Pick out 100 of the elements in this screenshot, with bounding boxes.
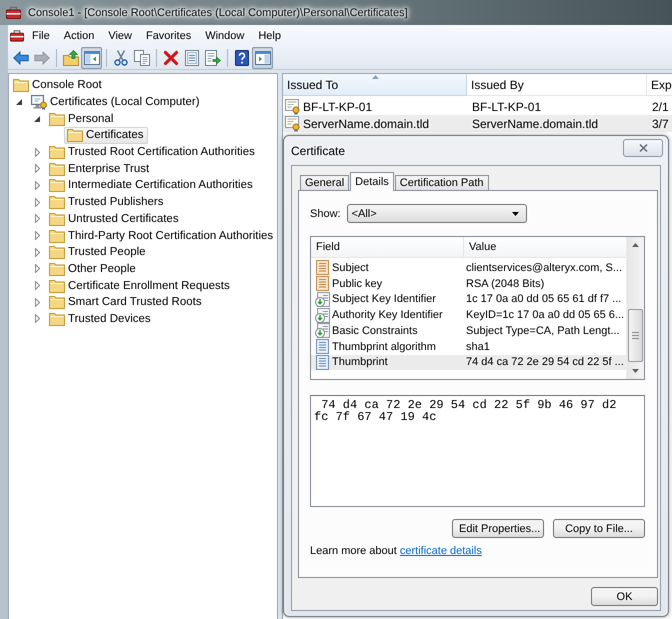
table-cell: Thumbprint: [332, 356, 388, 368]
tree-item[interactable]: Intermediate Certification Authorities: [46, 177, 257, 194]
expand-arrow-icon[interactable]: [34, 198, 40, 207]
dialog-button[interactable]: Copy to File...: [553, 519, 645, 538]
document-icon: [315, 339, 330, 354]
scroll-down-icon[interactable]: [632, 369, 639, 373]
tree-item[interactable]: Certificate Enrollment Requests: [46, 277, 234, 294]
tree-item[interactable]: Certificates (Local Computer): [28, 94, 204, 110]
value-text-box[interactable]: 74 d4 ca 72 2e 29 54 cd 22 5f 9b 46 97 d2 fc 7f 67 47 19 4c: [310, 395, 645, 507]
tree-item[interactable]: Personal: [46, 110, 118, 128]
tree-item[interactable]: Trusted Devices: [46, 310, 155, 328]
folder-icon: [49, 178, 65, 192]
table-cell: 2/1: [652, 100, 669, 114]
certificate-row[interactable]: BF-LT-KP-01 BF-LT-KP-01 2/1: [283, 98, 672, 115]
table-cell: 74 d4 ca 72 2e 29 54 cd 22 5f ...: [466, 356, 624, 368]
field-row[interactable]: Authority Key Identifier KeyID=1c 17 0a a0 dd 05 65 6...: [311, 307, 626, 323]
table-cell: ServerName.domain.tld: [472, 116, 598, 130]
tab[interactable]: General: [300, 175, 350, 190]
scrollbar-thumb[interactable]: [628, 309, 643, 362]
expand-arrow-icon[interactable]: [34, 148, 40, 157]
dialog-button[interactable]: Edit Properties...: [452, 519, 544, 538]
certificate-row[interactable]: ServerName.domain.tld ServerName.domain.tld 3/7: [283, 115, 672, 132]
folder-icon: [49, 145, 65, 160]
tree-item[interactable]: Trusted Publishers: [46, 194, 168, 210]
tree-item[interactable]: Other People: [46, 260, 140, 278]
tree-item[interactable]: Enterprise Trust: [46, 160, 154, 178]
column-header[interactable]: Field: [311, 237, 463, 257]
field-row[interactable]: Subject Key Identifier 1c 17 0a a0 dd 05 65 61 df f7 ...: [311, 292, 626, 308]
folder-icon: [49, 278, 65, 293]
ok-button[interactable]: OK: [591, 587, 658, 606]
folder-icon: [13, 78, 29, 92]
tab[interactable]: Details: [350, 172, 394, 191]
close-icon: [638, 144, 648, 152]
column-header[interactable]: Issued By: [467, 74, 647, 96]
collapse-arrow-icon[interactable]: [34, 116, 40, 122]
window-title: Console1 - [Console Root\Certificates (Local Computer)\Personal\Certificates]: [28, 6, 408, 18]
folder-icon: [49, 312, 65, 326]
expand-arrow-icon[interactable]: [34, 214, 40, 224]
menu-item[interactable]: Window: [198, 26, 252, 45]
expand-arrow-icon[interactable]: [34, 281, 40, 290]
table-cell: 1c 17 0a a0 dd 05 65 61 df f7 ...: [466, 293, 622, 306]
scroll-up-icon[interactable]: [632, 243, 639, 247]
scrollbar[interactable]: [626, 237, 644, 379]
dialog-title: Certificate: [291, 144, 346, 158]
expand-arrow-icon[interactable]: [34, 231, 40, 240]
table-cell: BF-LT-KP-01: [303, 100, 372, 114]
folder-icon: [49, 262, 65, 276]
tree-item[interactable]: Trusted Root Certification Authorities: [46, 144, 259, 160]
menu-item[interactable]: File: [25, 26, 57, 45]
table-cell: Subject Key Identifier: [332, 293, 436, 306]
table-cell: clientservices@alteryx.com, S...: [466, 262, 622, 274]
tree-item[interactable]: Smart Card Trusted Roots: [46, 294, 206, 311]
menu-item[interactable]: Favorites: [138, 26, 198, 45]
dropdown-arrow-icon: [512, 212, 519, 216]
folder-icon: [49, 162, 65, 176]
field-row[interactable]: Public key RSA (2048 Bits): [311, 276, 626, 292]
field-row[interactable]: Thumbprint algorithm sha1: [311, 338, 626, 354]
field-row[interactable]: Thumbprint 74 d4 ca 72 2e 29 54 cd 22 5f ...: [311, 354, 626, 370]
tree-item[interactable]: Certificates: [64, 127, 148, 144]
tree-item[interactable]: Console Root: [10, 77, 106, 94]
menu-item[interactable]: View: [101, 26, 139, 45]
field-row[interactable]: Subject clientservices@alteryx.com, S...: [311, 260, 626, 276]
table-cell: Subject Type=CA, Path Lengt...: [466, 324, 620, 337]
toolbox-icon: [6, 6, 21, 19]
expand-arrow-icon[interactable]: [34, 264, 40, 274]
expand-arrow-icon[interactable]: [34, 248, 40, 257]
menu-item[interactable]: Help: [251, 26, 288, 45]
show-dropdown[interactable]: <All>: [346, 204, 527, 223]
column-header[interactable]: Issued To: [283, 74, 467, 96]
certificate-icon: [285, 116, 301, 132]
folder-icon: [67, 128, 83, 142]
close-button[interactable]: [623, 139, 663, 157]
tree-item[interactable]: Trusted People: [46, 244, 150, 261]
certificate-details-link[interactable]: certificate details: [400, 545, 482, 557]
show-label: Show:: [310, 208, 341, 220]
expand-arrow-icon[interactable]: [34, 180, 40, 190]
table-cell: Public key: [332, 278, 382, 290]
menu-item[interactable]: Action: [56, 26, 102, 45]
folder-icon: [49, 212, 65, 226]
table-cell: BF-LT-KP-01: [472, 100, 542, 114]
document-icon: [315, 276, 330, 292]
table-cell: sha1: [466, 340, 490, 353]
table-cell: KeyID=1c 17 0a a0 dd 05 65 6...: [466, 309, 624, 322]
expand-arrow-icon[interactable]: [34, 164, 40, 174]
folder-icon: [49, 295, 65, 310]
expand-arrow-icon[interactable]: [34, 314, 40, 324]
expand-arrow-icon[interactable]: [34, 298, 40, 307]
field-row[interactable]: Basic Constraints Subject Type=CA, Path Lengt...: [311, 323, 626, 339]
collapse-arrow-icon[interactable]: [16, 99, 22, 106]
folder-icon: [49, 228, 65, 243]
tree-item[interactable]: Third-Party Root Certification Authorities: [46, 227, 278, 244]
folder-icon: [49, 112, 65, 126]
computer-certificate-icon: [31, 94, 47, 110]
toolbox-icon[interactable]: [10, 29, 24, 42]
folder-icon: [49, 245, 65, 260]
table-cell: Basic Constraints: [332, 324, 418, 337]
certificate-icon: [285, 98, 301, 114]
tree-item[interactable]: Untrusted Certificates: [46, 210, 183, 228]
table-cell: Thumbprint algorithm: [332, 340, 436, 353]
tab[interactable]: Certification Path: [394, 175, 489, 190]
